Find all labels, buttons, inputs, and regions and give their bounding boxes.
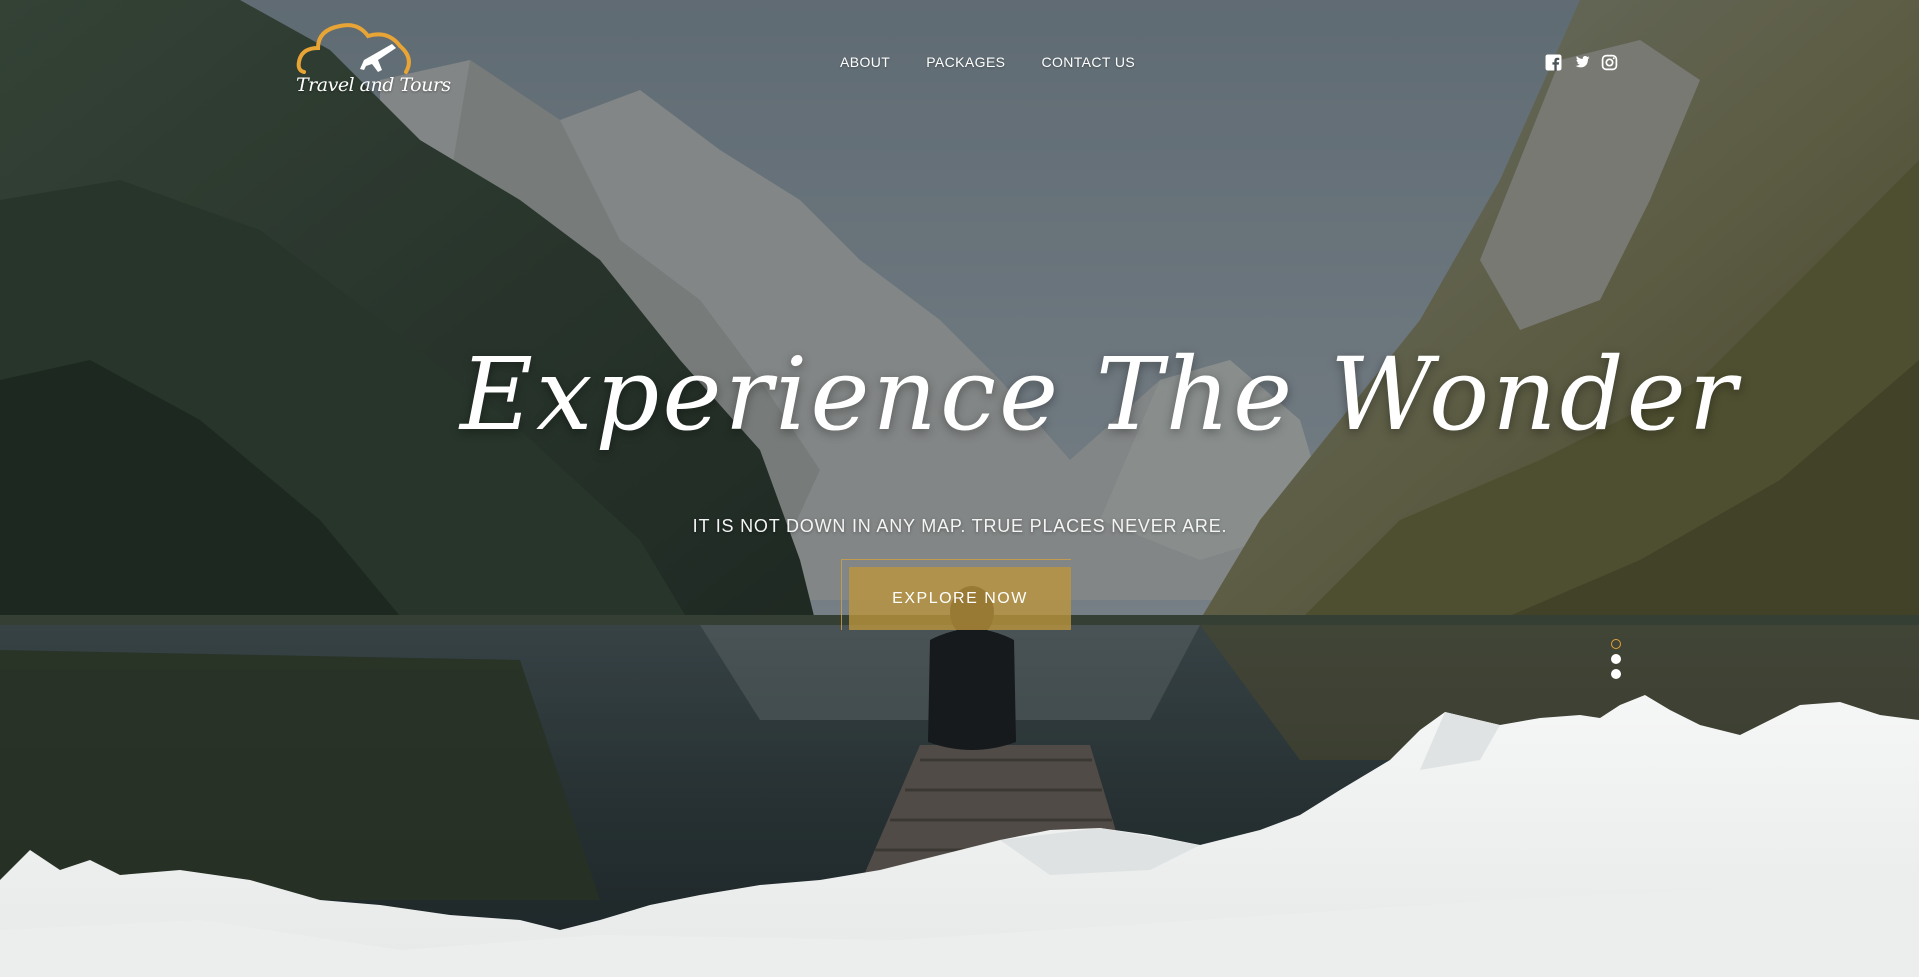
slider-dot-2[interactable] [1611,654,1621,664]
instagram-icon[interactable] [1601,54,1618,71]
hero-background-image [0,0,1919,977]
slider-dot-1[interactable] [1611,639,1621,649]
social-links [1545,54,1618,71]
nav-link-about[interactable]: ABOUT [840,54,890,70]
nav-link-packages[interactable]: PACKAGES [926,54,1005,70]
hero-headline: Experience The Wonder [460,336,1740,453]
slider-dot-3[interactable] [1611,669,1621,679]
main-nav: ABOUT PACKAGES CONTACT US [840,54,1135,70]
top-navigation-bar: Travel and Tours ABOUT PACKAGES CONTACT … [0,0,1919,110]
hero-section: Travel and Tours ABOUT PACKAGES CONTACT … [0,0,1919,977]
explore-now-button[interactable]: EXPLORE NOW [849,567,1071,630]
brand-logo[interactable]: Travel and Tours [292,18,451,110]
logo-wordmark: Travel and Tours [296,74,451,96]
slider-pagination [1611,639,1623,684]
facebook-icon[interactable] [1545,54,1562,71]
nav-link-contact-us[interactable]: CONTACT US [1041,54,1135,70]
twitter-icon[interactable] [1573,54,1590,71]
cloud-airplane-icon [296,23,411,74]
hero-tagline: IT IS NOT DOWN IN ANY MAP. TRUE PLACES N… [692,516,1228,536]
